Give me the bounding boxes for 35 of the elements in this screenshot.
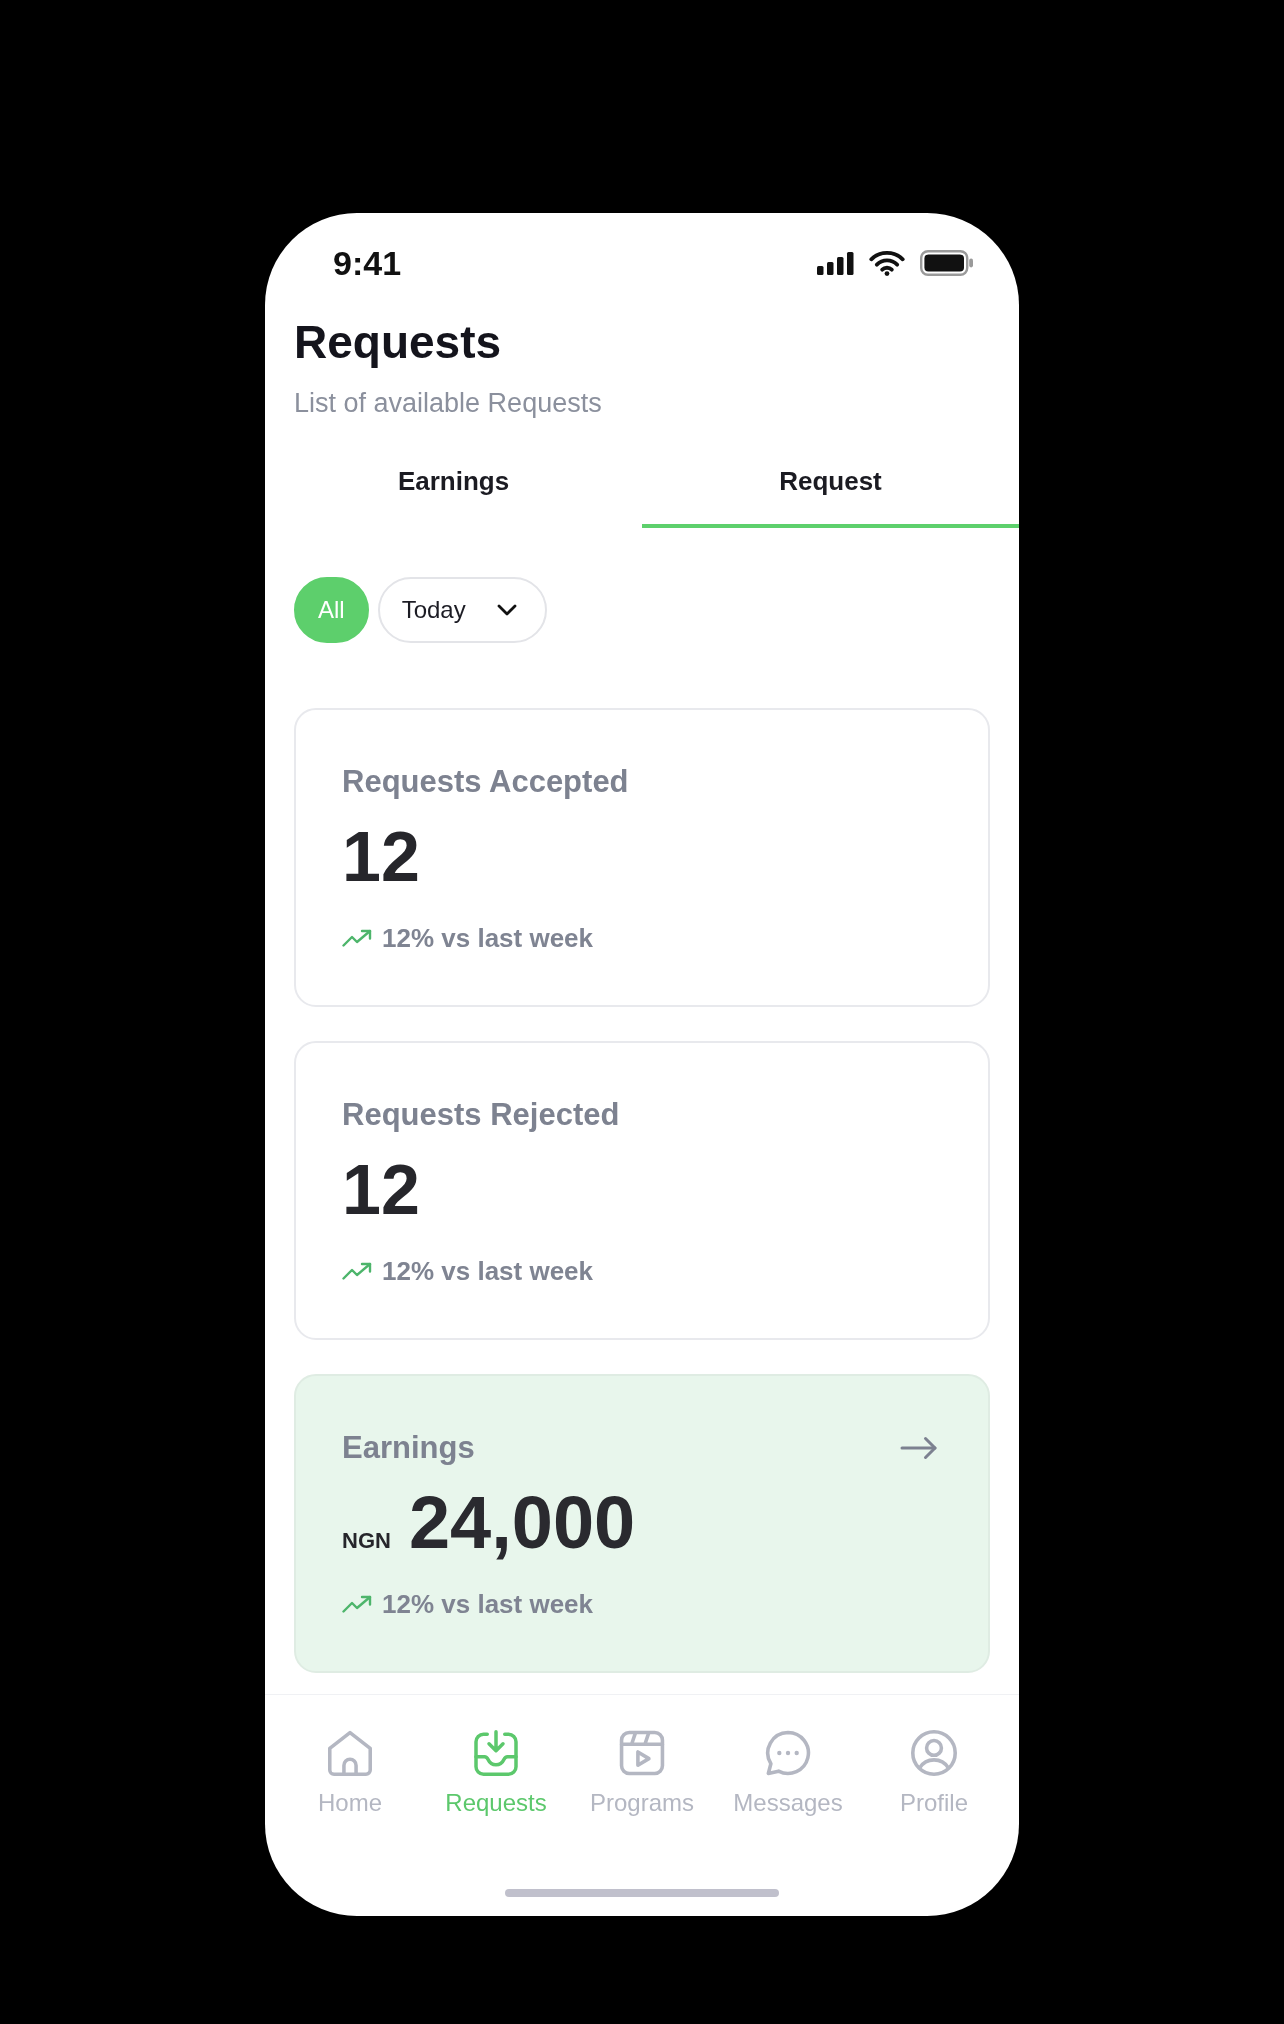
currency-code: NGN [342, 1528, 391, 1554]
battery-icon [920, 250, 974, 276]
nav-item[interactable]: Profile [861, 1730, 1007, 1817]
trend-up-icon [342, 929, 372, 947]
home-icon [327, 1730, 373, 1776]
nav-item[interactable]: Requests [423, 1730, 569, 1817]
trend-text: 12% vs last week [382, 1588, 594, 1620]
trend-text: 12% vs last week [382, 922, 594, 954]
nav-item[interactable]: Programs [569, 1730, 715, 1817]
date-dropdown[interactable]: Today [377, 577, 547, 643]
signal-icon [817, 251, 854, 275]
user-icon [911, 1730, 957, 1776]
wifi-icon [869, 250, 905, 276]
chevron-down-icon [496, 604, 517, 616]
play-video-icon [619, 1730, 665, 1776]
chat-bubble-icon [765, 1730, 811, 1776]
arrow-right-icon[interactable] [900, 1436, 938, 1460]
trend-text: 12% vs last week [382, 1255, 594, 1287]
stat-value: 12 [342, 817, 421, 897]
filter-chip[interactable]: All [294, 577, 369, 643]
tab[interactable]: Earnings [265, 436, 642, 528]
trend-up-icon [342, 1595, 372, 1613]
tab[interactable]: Request [642, 436, 1019, 528]
stat-label: Requests Rejected [342, 1097, 620, 1133]
nav-item[interactable]: Messages [715, 1730, 861, 1817]
page-title: Requests [294, 315, 503, 370]
inbox-download-icon [473, 1730, 519, 1776]
page-subtitle: List of available Requests [294, 387, 603, 419]
status-time: 9:41 [333, 243, 402, 283]
trend-up-icon [342, 1262, 372, 1280]
earnings-amount: 24,000 [408, 1483, 636, 1563]
stat-label: Requests Accepted [342, 764, 629, 800]
stat-label: Earnings [342, 1430, 475, 1466]
stat-value: 12 [342, 1150, 421, 1230]
nav-item[interactable]: Home [277, 1730, 423, 1817]
